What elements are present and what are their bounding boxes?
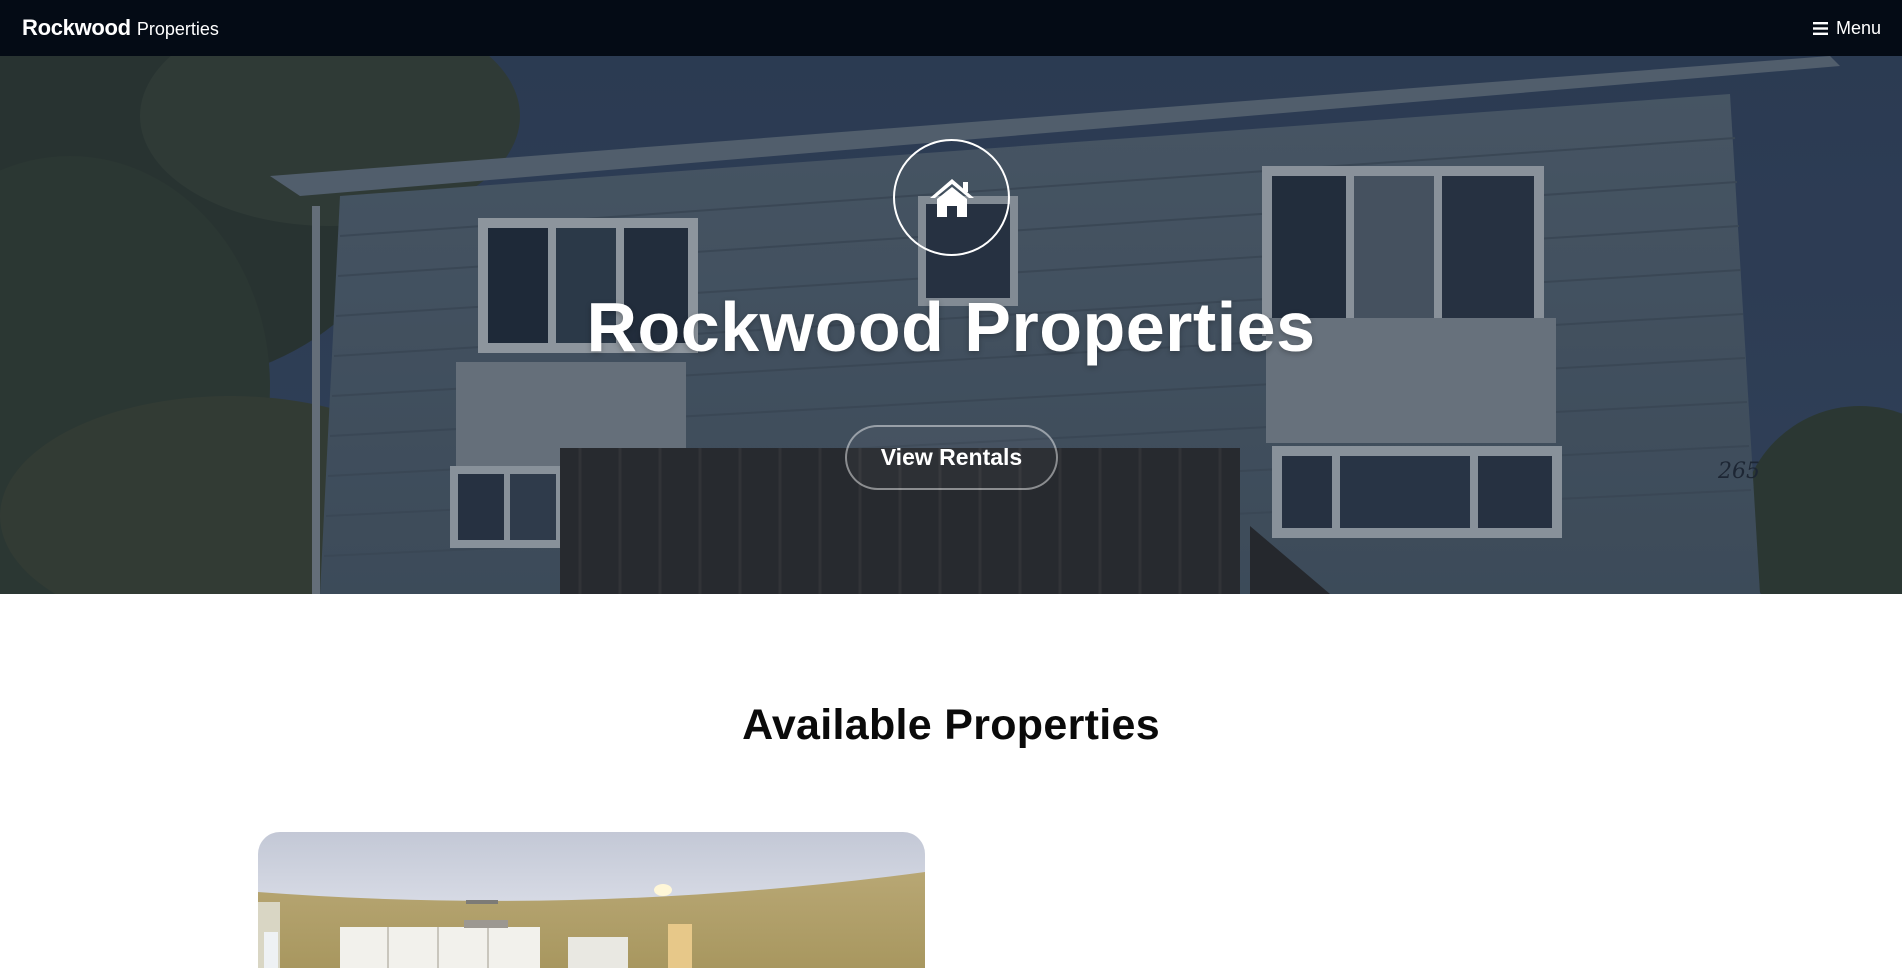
- hamburger-icon: [1812, 21, 1828, 35]
- brand-logo-link[interactable]: Rockwood Properties: [22, 15, 219, 41]
- section-heading: Available Properties: [742, 701, 1160, 749]
- brand-name-strong: Rockwood: [22, 15, 131, 40]
- home-icon: [929, 178, 974, 217]
- brand-name-light: Properties: [136, 19, 219, 39]
- view-rentals-button[interactable]: View Rentals: [845, 425, 1058, 490]
- hero-title: Rockwood Properties: [586, 288, 1316, 366]
- menu-label: Menu: [1835, 17, 1881, 38]
- hero-section: 265 Rockwood Properties View Rentals: [0, 56, 1902, 594]
- top-navbar: Rockwood Properties Menu: [0, 0, 1902, 56]
- property-card[interactable]: [258, 832, 925, 968]
- property-photo: [258, 832, 925, 968]
- hero-content: Rockwood Properties View Rentals: [0, 56, 1902, 594]
- menu-button[interactable]: Menu: [1812, 17, 1881, 39]
- hero-icon-circle: [893, 139, 1010, 256]
